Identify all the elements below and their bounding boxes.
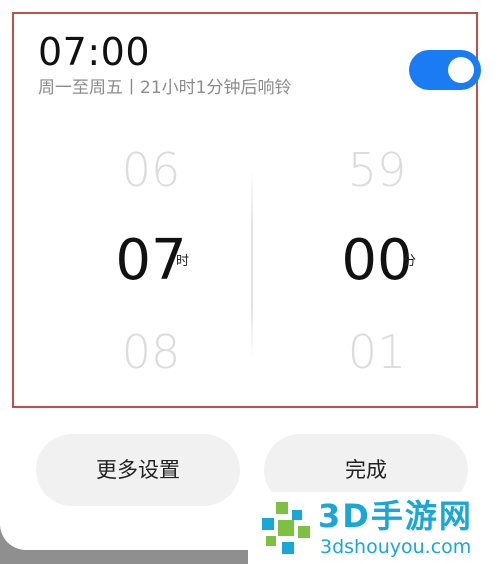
hour-picker[interactable]: 06 07 08 bbox=[76, 14, 226, 410]
watermark-url: 3dshouyou.com bbox=[320, 536, 472, 558]
minute-option-previous[interactable]: 59 bbox=[302, 142, 452, 198]
more-settings-button[interactable]: 更多设置 bbox=[36, 434, 240, 506]
hour-unit-label: 时 bbox=[176, 254, 190, 269]
minute-option-selected[interactable]: 00 bbox=[302, 228, 452, 294]
minute-unit-label: 分 bbox=[403, 254, 417, 269]
hour-option-next[interactable]: 08 bbox=[76, 324, 226, 380]
minute-picker[interactable]: 59 00 01 bbox=[302, 14, 452, 410]
watermark-logo-icon bbox=[262, 502, 310, 554]
alarm-bottom-sheet: 07:00 周一至周五丨21小时1分钟后响铃 06 07 08 时 59 00 … bbox=[0, 0, 503, 550]
alarm-panel: 07:00 周一至周五丨21小时1分钟后响铃 06 07 08 时 59 00 … bbox=[12, 12, 481, 410]
minute-option-next[interactable]: 01 bbox=[302, 324, 452, 380]
watermark-title: 3D手游网 bbox=[318, 497, 473, 535]
hour-option-selected[interactable]: 07 bbox=[76, 228, 226, 294]
alarm-edit-screen: 07:00 周一至周五丨21小时1分钟后响铃 06 07 08 时 59 00 … bbox=[0, 0, 503, 564]
site-watermark: 3D手游网 3dshouyou.com bbox=[248, 492, 503, 564]
picker-divider bbox=[251, 170, 253, 360]
hour-option-previous[interactable]: 06 bbox=[76, 142, 226, 198]
